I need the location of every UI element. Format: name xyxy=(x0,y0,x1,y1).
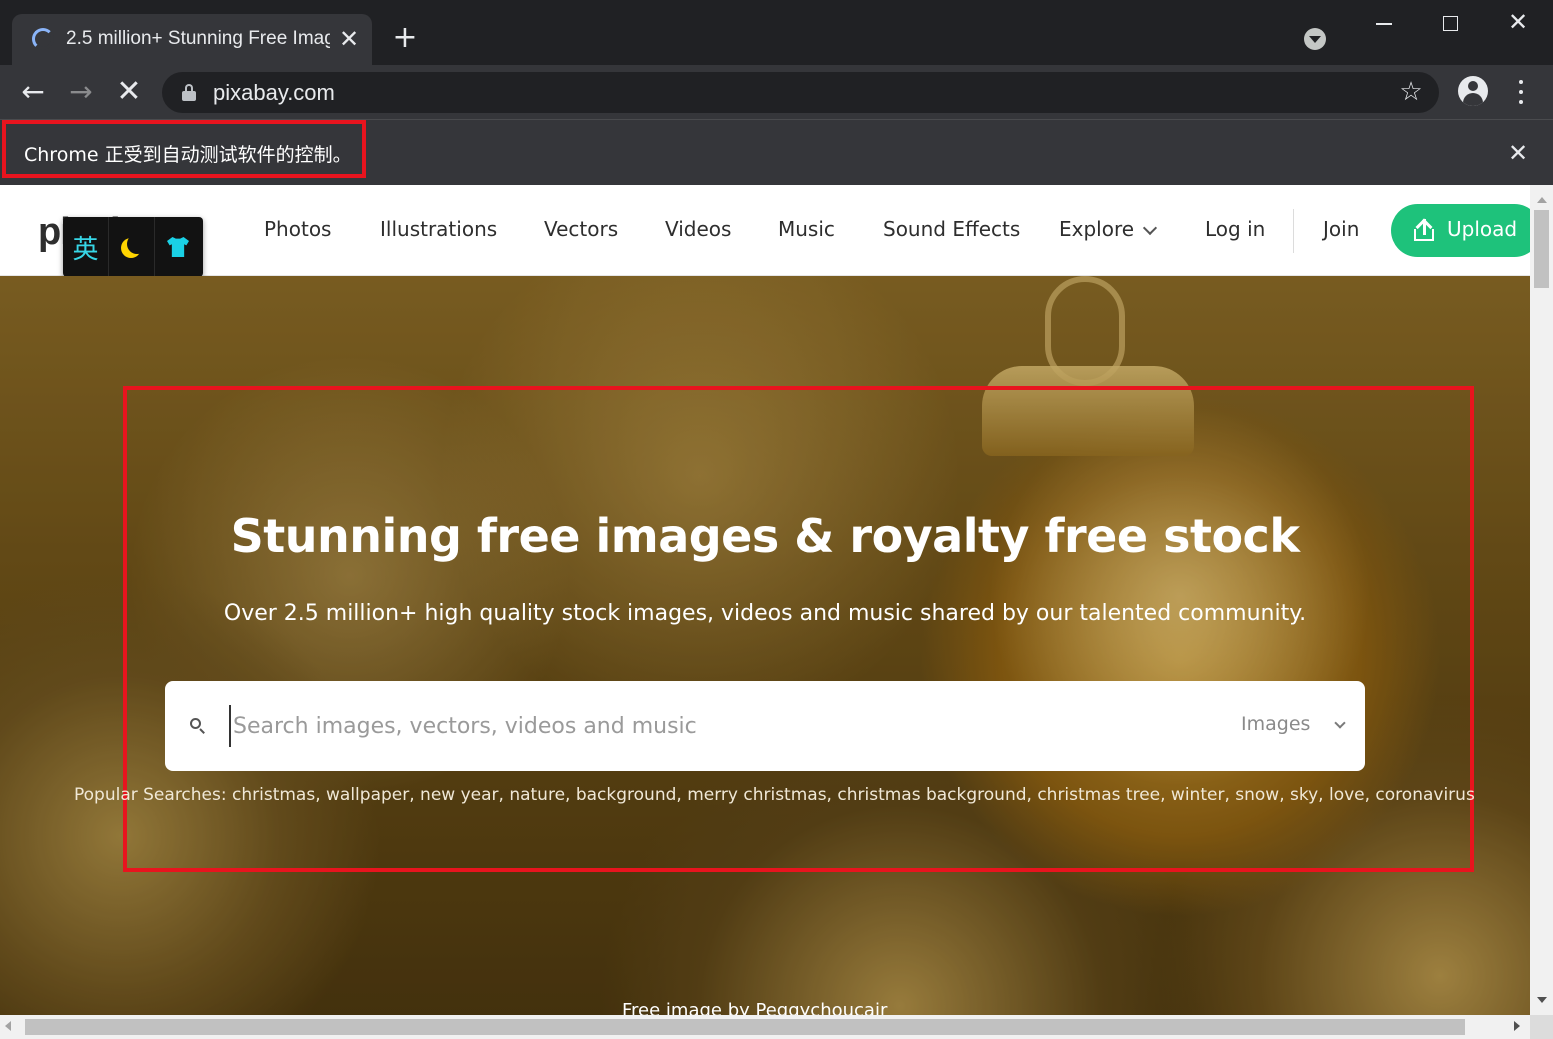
forward-arrow-icon[interactable]: → xyxy=(65,77,97,109)
address-bar[interactable]: pixabay.com ☆ xyxy=(162,72,1439,113)
dark-mode-button[interactable] xyxy=(109,217,155,277)
tab-strip: 2.5 million+ Stunning Free Images to Use… xyxy=(0,0,1553,65)
upload-label: Upload xyxy=(1447,217,1518,241)
scroll-up-icon[interactable] xyxy=(1537,197,1547,203)
hero-title: Stunning free images & royalty free stoc… xyxy=(230,509,1300,563)
tab-title: 2.5 million+ Stunning Free Images to Use… xyxy=(66,28,330,49)
url-text[interactable]: pixabay.com xyxy=(213,80,335,106)
search-bar: Images xyxy=(165,681,1365,771)
chevron-down-icon[interactable] xyxy=(1142,220,1158,236)
popular-search-link[interactable]: christmas, xyxy=(232,785,321,805)
popular-searches-label: Popular Searches: xyxy=(74,785,227,805)
popular-search-link[interactable]: christmas tree, xyxy=(1032,785,1165,805)
infobar-close-icon[interactable]: ✕ xyxy=(1505,140,1531,166)
shirt-icon xyxy=(167,237,189,257)
popular-searches-list: christmas, wallpaper, new year, nature, … xyxy=(232,785,1475,805)
search-icon[interactable] xyxy=(190,718,205,734)
media-type-select[interactable]: Images xyxy=(1241,713,1310,735)
scroll-down-icon[interactable] xyxy=(1537,997,1547,1003)
nav-videos[interactable]: Videos xyxy=(665,217,731,241)
nav-music[interactable]: Music xyxy=(778,217,835,241)
new-tab-button[interactable]: + xyxy=(390,23,420,54)
moon-icon xyxy=(127,234,147,254)
popular-search-link[interactable]: new year, xyxy=(415,785,504,805)
popular-searches: Popular Searches: christmas, wallpaper, … xyxy=(74,785,1475,805)
automation-infobar: Chrome 正受到自动测试软件的控制。 ✕ xyxy=(0,119,1553,185)
popular-search-link[interactable]: wallpaper, xyxy=(321,785,415,805)
popular-search-link[interactable]: background, xyxy=(570,785,682,805)
close-tab-icon[interactable]: ✕ xyxy=(336,26,362,52)
loading-spinner-icon xyxy=(32,28,54,50)
hero-subtitle: Over 2.5 million+ high quality stock ima… xyxy=(223,601,1307,626)
stop-icon[interactable]: ✕ xyxy=(113,77,145,109)
upload-button[interactable]: Upload xyxy=(1391,204,1530,257)
image-credit[interactable]: Free image by Peggychoucair xyxy=(622,1000,887,1015)
language-label: 英 xyxy=(72,234,99,265)
maximize-icon[interactable] xyxy=(1443,16,1458,31)
tab-search-icon[interactable] xyxy=(1304,28,1326,50)
back-arrow-icon[interactable]: ← xyxy=(17,77,49,109)
nav-vectors[interactable]: Vectors xyxy=(544,217,618,241)
page-viewport: pixabay 英 Photos Illustrations Vectors V… xyxy=(0,185,1530,1015)
scroll-right-icon[interactable] xyxy=(1514,1021,1520,1031)
nav-explore[interactable]: Explore xyxy=(1059,217,1134,241)
hero-section: Stunning free images & royalty free stoc… xyxy=(0,276,1530,1015)
nav-sound-effects[interactable]: Sound Effects xyxy=(883,217,1020,241)
search-input[interactable] xyxy=(229,705,1179,747)
scroll-thumb[interactable] xyxy=(1534,210,1549,288)
popular-search-link[interactable]: love, xyxy=(1324,785,1370,805)
theme-button[interactable] xyxy=(155,217,201,277)
browser-tab[interactable]: 2.5 million+ Stunning Free Images to Use… xyxy=(12,14,372,65)
nav-illustrations[interactable]: Illustrations xyxy=(380,217,497,241)
language-toggle-button[interactable]: 英 xyxy=(63,217,109,277)
window-close-icon[interactable]: ✕ xyxy=(1506,10,1530,34)
lock-icon[interactable] xyxy=(182,84,196,102)
header-divider xyxy=(1293,209,1294,253)
browser-toolbar: ← → ✕ pixabay.com ☆ xyxy=(0,65,1553,119)
chevron-down-icon[interactable] xyxy=(1334,717,1346,729)
popular-search-link[interactable]: coronavirus xyxy=(1370,785,1474,805)
infobar-message: Chrome 正受到自动测试软件的控制。 xyxy=(24,144,352,166)
horizontal-scrollbar[interactable] xyxy=(0,1015,1530,1039)
minimize-icon[interactable] xyxy=(1374,14,1394,34)
scroll-thumb[interactable] xyxy=(25,1019,1465,1035)
extension-toolbar: 英 xyxy=(63,217,203,277)
popular-search-link[interactable]: nature, xyxy=(504,785,570,805)
profile-icon[interactable] xyxy=(1458,76,1488,106)
upload-icon xyxy=(1413,218,1435,241)
join-link[interactable]: Join xyxy=(1323,217,1359,241)
popular-search-link[interactable]: christmas background, xyxy=(832,785,1032,805)
popular-search-link[interactable]: sky, xyxy=(1285,785,1324,805)
site-header: pixabay 英 Photos Illustrations Vectors V… xyxy=(0,185,1530,277)
popular-search-link[interactable]: snow, xyxy=(1230,785,1284,805)
nav-photos[interactable]: Photos xyxy=(264,217,331,241)
popular-search-link[interactable]: merry christmas, xyxy=(682,785,832,805)
scroll-left-icon[interactable] xyxy=(5,1021,11,1031)
login-link[interactable]: Log in xyxy=(1205,217,1265,241)
vertical-scrollbar[interactable] xyxy=(1530,185,1553,1015)
star-icon[interactable]: ☆ xyxy=(1396,76,1426,108)
menu-icon[interactable] xyxy=(1508,78,1534,106)
popular-search-link[interactable]: winter, xyxy=(1166,785,1230,805)
